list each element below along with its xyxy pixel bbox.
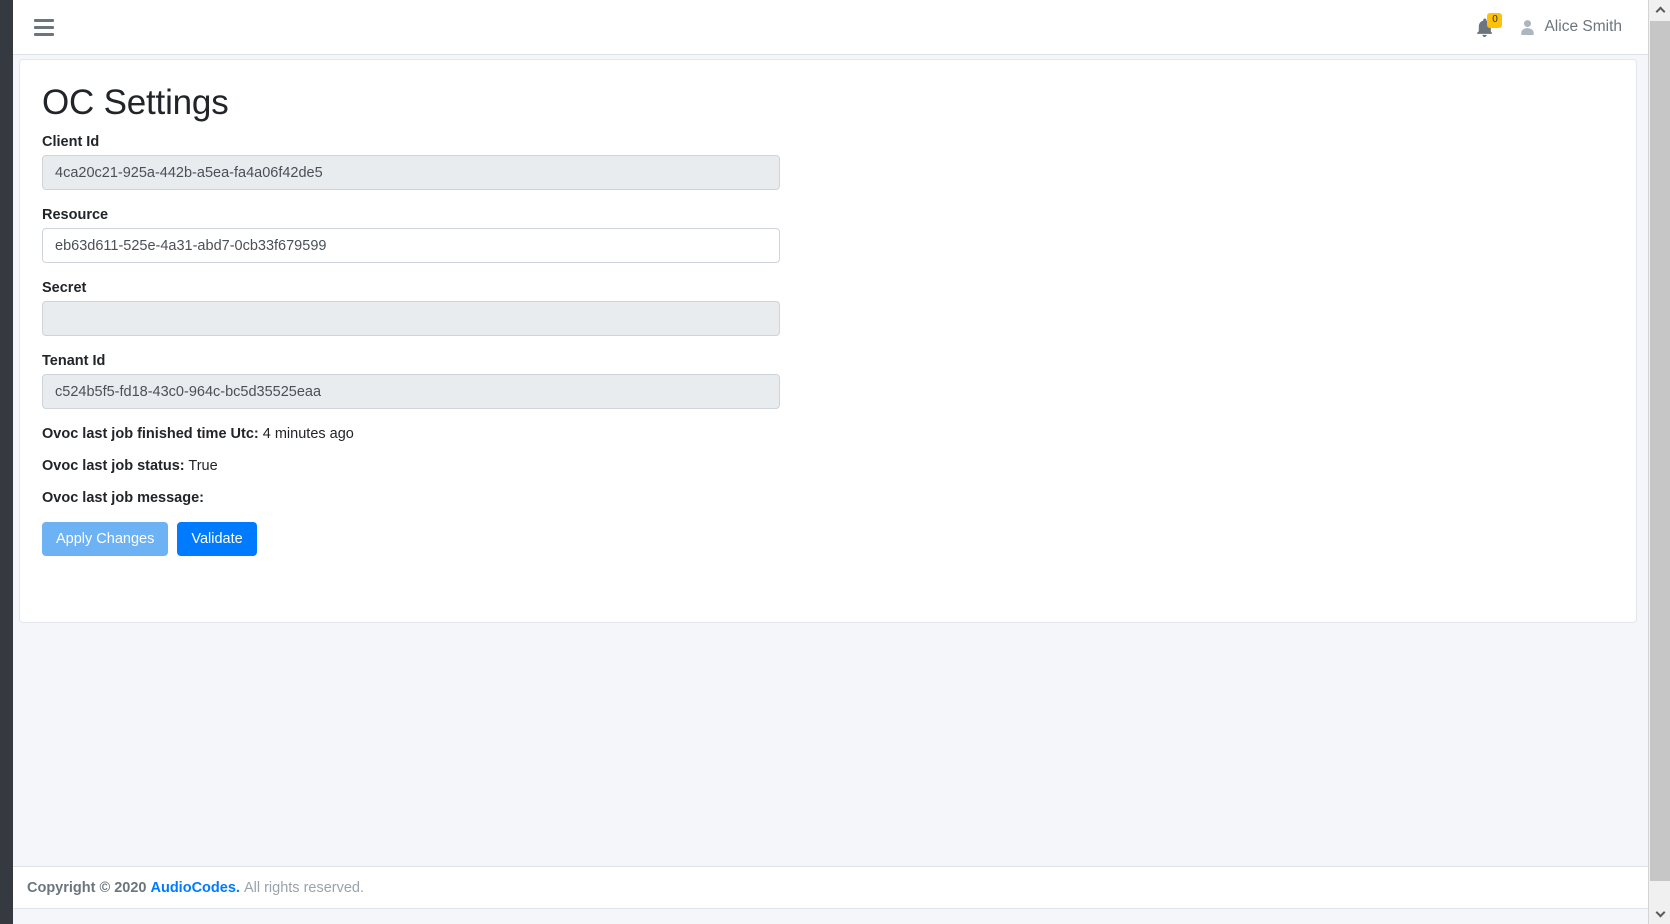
scrollbar-up-button[interactable] (1649, 0, 1670, 20)
status-label-job-status: Ovoc last job status: (42, 458, 185, 474)
content-area: OC Settings Client Id Resource Secret Te… (13, 55, 1648, 924)
input-resource[interactable] (42, 228, 780, 263)
scrollbar-thumb[interactable] (1650, 21, 1670, 881)
footer-rights-text: All rights reserved. (243, 879, 365, 896)
status-value-job-status: True (188, 458, 218, 474)
label-secret: Secret (42, 280, 87, 296)
input-client-id[interactable] (42, 155, 780, 190)
status-label-finished-time: Ovoc last job finished time Utc: (42, 426, 259, 442)
footer-brand-link[interactable]: AudioCodes. (151, 880, 240, 896)
hamburger-bar-1 (34, 18, 54, 22)
field-group-tenant-id: Tenant Id (42, 353, 1614, 409)
viewport-bottom-cutoff (13, 908, 1648, 924)
navbar-left-group (13, 18, 54, 36)
input-secret[interactable] (42, 301, 780, 336)
chevron-down-icon (1655, 907, 1665, 918)
label-client-id: Client Id (42, 134, 100, 150)
settings-card: OC Settings Client Id Resource Secret Te… (19, 59, 1637, 623)
footer-copyright-text: Copyright © 2020 (27, 879, 147, 896)
input-tenant-id[interactable] (42, 374, 780, 409)
apply-changes-button[interactable]: Apply Changes (42, 522, 169, 557)
user-name-label: Alice Smith (1544, 18, 1622, 35)
app-window: 0 Alice Smith OC Settings Client Id Reso… (0, 0, 1670, 924)
label-resource: Resource (42, 207, 109, 223)
user-avatar-icon (1521, 19, 1535, 35)
hamburger-bar-2 (34, 25, 54, 29)
field-group-secret: Secret (42, 280, 1614, 336)
action-button-row: Apply Changes Validate (42, 522, 1614, 557)
field-group-resource: Resource (42, 207, 1614, 263)
navbar-right-group: 0 Alice Smith (1476, 12, 1648, 37)
footer: Copyright © 2020 AudioCodes. All rights … (13, 866, 1648, 908)
label-tenant-id: Tenant Id (42, 353, 106, 369)
chevron-up-icon (1655, 6, 1665, 17)
status-last-job-message: Ovoc last job message: (42, 490, 1614, 506)
validate-button[interactable]: Validate (177, 522, 257, 557)
user-menu[interactable]: Alice Smith (1519, 18, 1622, 36)
top-navbar: 0 Alice Smith (13, 0, 1648, 55)
notification-count-badge: 0 (1487, 12, 1503, 28)
page-title: OC Settings (42, 83, 229, 122)
notifications-button[interactable]: 0 (1476, 12, 1503, 37)
vertical-scrollbar[interactable] (1648, 0, 1670, 924)
status-last-job-finished-time: Ovoc last job finished time Utc: 4 minut… (42, 426, 1614, 442)
hamburger-menu-icon[interactable] (34, 18, 54, 36)
scrollbar-down-button[interactable] (1649, 904, 1670, 924)
hamburger-bar-3 (34, 32, 54, 36)
status-label-job-message: Ovoc last job message: (42, 490, 204, 506)
status-value-finished-time: 4 minutes ago (262, 426, 354, 442)
sidebar-collapsed-rail[interactable] (0, 0, 13, 924)
field-group-client-id: Client Id (42, 134, 1614, 190)
status-last-job-status: Ovoc last job status: True (42, 458, 1614, 474)
